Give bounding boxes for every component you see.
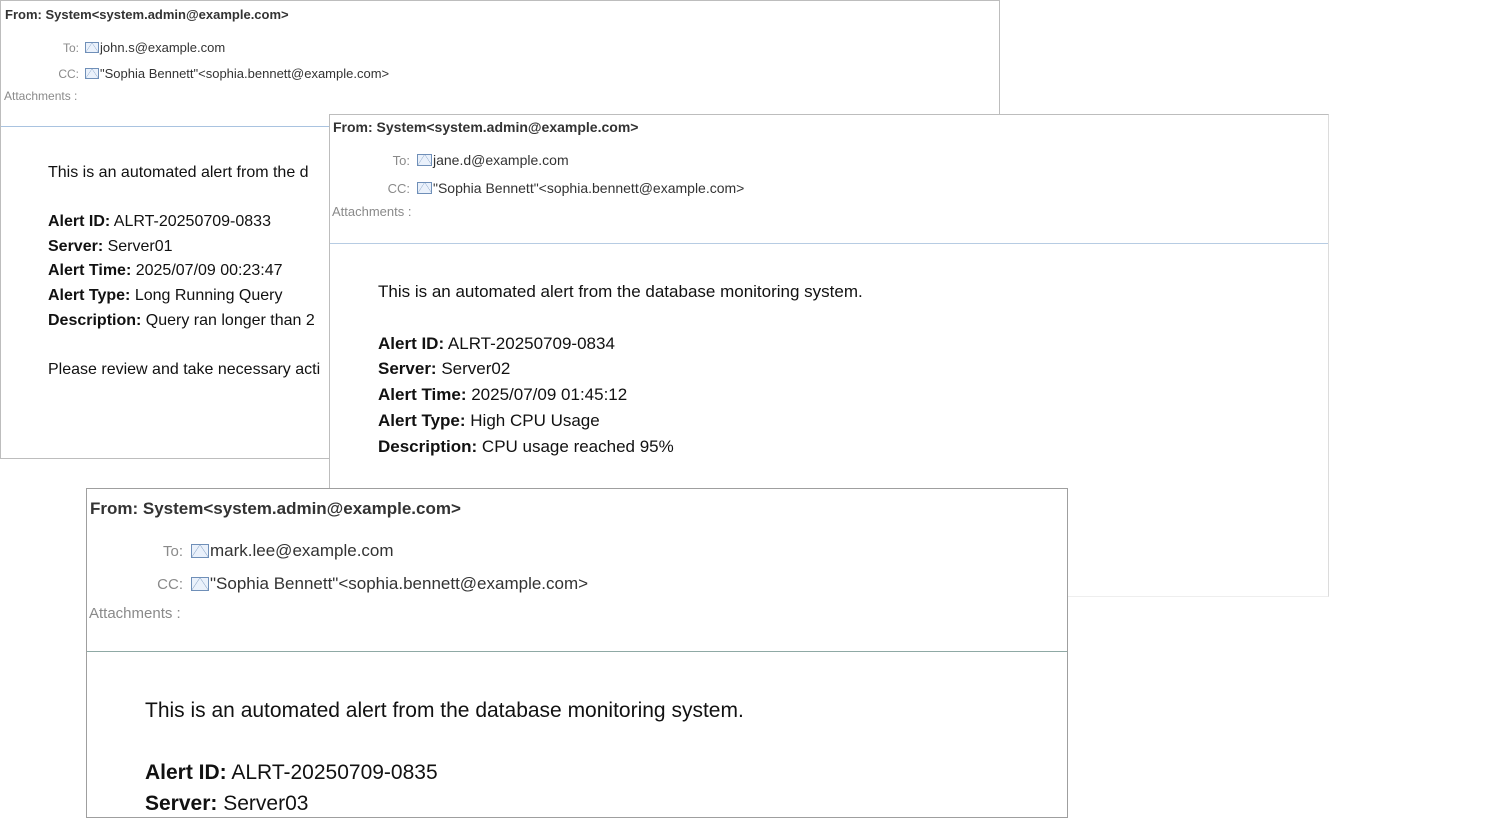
attachments-label: Attachments : [4,89,78,103]
email-body: This is an automated alert from the d Al… [48,161,320,382]
to-recipient[interactable]: mark.lee@example.com [210,541,394,561]
attachments-label: Attachments : [332,204,412,219]
cc-row: CC: "Sophia Bennett"<sophia.bennett@exam… [87,574,588,594]
field-description: Description: Query ran longer than 2 [48,311,315,329]
field-server: Server: Server02 [378,359,511,379]
cc-label: CC: [387,180,410,196]
field-alert-type: Alert Type: Long Running Query [48,286,283,304]
to-row: To: mark.lee@example.com [87,541,394,561]
email-window-3: From: System<system.admin@example.com> T… [86,488,1068,818]
cc-row: CC: "Sophia Bennett"<sophia.bennett@exam… [330,180,745,196]
body-intro: This is an automated alert from the data… [145,699,744,722]
cc-recipient[interactable]: "Sophia Bennett"<sophia.bennett@example.… [433,180,744,196]
field-server: Server: Server03 [145,792,309,815]
field-description: Description: CPU usage reached 95% [378,436,674,456]
field-alert-type: Alert Type: High CPU Usage [378,410,600,430]
envelope-icon [85,68,99,79]
header-divider [330,243,1328,244]
cc-label: CC: [157,575,183,593]
field-alert-id: Alert ID: ALRT-20250709-0834 [378,333,615,353]
field-server: Server: Server01 [48,237,173,255]
envelope-icon [417,154,432,166]
to-row: To: jane.d@example.com [330,152,569,168]
to-recipient[interactable]: john.s@example.com [100,40,225,55]
header-divider [87,651,1067,652]
body-intro: This is an automated alert from the d [48,164,309,181]
field-alert-time: Alert Time: 2025/07/09 01:45:12 [378,385,628,405]
cc-row: CC: "Sophia Bennett"<sophia.bennett@exam… [1,66,389,81]
email-from: From: System<system.admin@example.com> [90,499,461,518]
to-recipient[interactable]: jane.d@example.com [433,152,569,168]
body-closing: Please review and take necessary acti [48,360,321,378]
attachments-label: Attachments : [89,605,181,622]
field-alert-id: Alert ID: ALRT-20250709-0833 [48,213,271,231]
to-label: To: [392,152,410,168]
cc-recipient[interactable]: "Sophia Bennett"<sophia.bennett@example.… [100,66,389,81]
envelope-icon [191,577,209,591]
to-label: To: [62,40,79,55]
envelope-icon [85,42,99,53]
email-body: This is an automated alert from the data… [378,279,863,460]
envelope-icon [417,182,432,194]
field-alert-time: Alert Time: 2025/07/09 00:23:47 [48,262,283,280]
to-row: To: john.s@example.com [1,40,225,55]
field-alert-id: Alert ID: ALRT-20250709-0835 [145,761,438,784]
body-intro: This is an automated alert from the data… [378,282,863,301]
email-from: From: System<system.admin@example.com> [333,119,639,135]
email-from: From: System<system.admin@example.com> [5,7,289,22]
cc-recipient[interactable]: "Sophia Bennett"<sophia.bennett@example.… [210,574,588,594]
cc-label: CC: [58,66,79,81]
to-label: To: [162,542,183,560]
envelope-icon [191,544,209,558]
